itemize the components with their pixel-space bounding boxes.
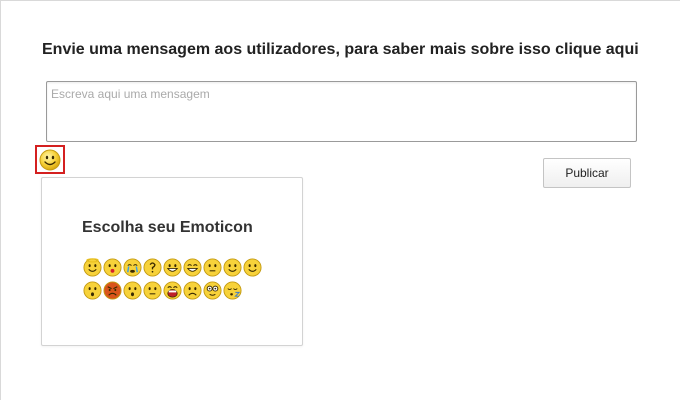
neutral-emoticon-icon[interactable] (143, 281, 162, 300)
confused-emoticon-icon[interactable] (143, 258, 162, 277)
emoticon-grid (83, 258, 267, 304)
neutral-emoticon-icon[interactable] (203, 258, 222, 277)
sleepy-emoticon-icon[interactable] (223, 281, 242, 300)
grin-emoticon-icon[interactable] (163, 258, 182, 277)
angry-emoticon-icon[interactable] (103, 281, 122, 300)
kiss-emoticon-icon[interactable] (103, 258, 122, 277)
smiley-icon (39, 149, 61, 170)
crying-emoticon-icon[interactable] (123, 258, 142, 277)
smile-emoticon-icon[interactable] (223, 258, 242, 277)
surprised-emoticon-icon[interactable] (123, 281, 142, 300)
sad-emoticon-icon[interactable] (183, 281, 202, 300)
publish-button[interactable]: Publicar (543, 158, 631, 188)
angel-emoticon-icon[interactable] (83, 258, 102, 277)
message-input[interactable] (46, 81, 637, 142)
surprised-emoticon-icon[interactable] (83, 281, 102, 300)
page-title[interactable]: Envie uma mensagem aos utilizadores, par… (42, 41, 662, 59)
emoticon-panel: Escolha seu Emoticon (41, 177, 303, 346)
emoticon-panel-title: Escolha seu Emoticon (82, 219, 253, 236)
emoticon-row (83, 258, 267, 277)
smile-emoticon-icon[interactable] (243, 258, 262, 277)
laugh-emoticon-icon[interactable] (183, 258, 202, 277)
big-laugh-emoticon-icon[interactable] (163, 281, 182, 300)
emoticon-picker-button[interactable] (35, 145, 65, 174)
glasses-emoticon-icon[interactable] (203, 281, 222, 300)
emoticon-row (83, 281, 267, 300)
